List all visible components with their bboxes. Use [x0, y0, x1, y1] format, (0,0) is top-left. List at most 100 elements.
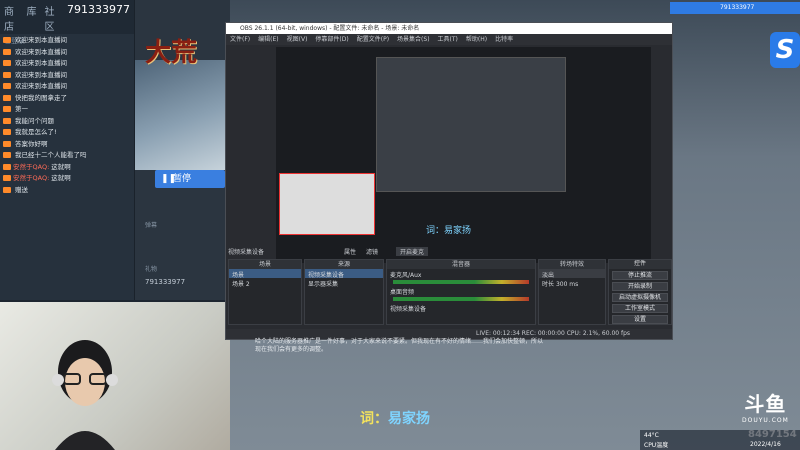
cpu-temp: 44°C: [644, 432, 659, 439]
chat-panel: 商店 库 社区 791333977 已登录 欢迎来到本直播间 欢迎来到本直播间 欢迎…: [0, 0, 135, 300]
chat-text: 第一: [15, 105, 28, 113]
scenes-panel: 场景 场景 场景 2: [228, 259, 302, 325]
chat-message: 安然于QAQ: 这就啊: [3, 174, 131, 183]
filters-button[interactable]: 滤镜: [366, 247, 378, 256]
chat-message: 第一: [3, 105, 131, 114]
studio-mode-button[interactable]: 工作室模式: [612, 304, 668, 313]
preview-subtitle: 词：易家扬: [426, 226, 472, 236]
device-label: 视频采集设备: [228, 249, 265, 256]
mixer-track-label: 麦克风/Aux: [390, 272, 422, 279]
obs-menu-item[interactable]: 编辑(E): [258, 34, 278, 45]
transition-select[interactable]: 淡出: [539, 269, 605, 279]
tab-library[interactable]: 库: [27, 3, 37, 33]
fan-badge-icon: [3, 117, 11, 124]
tab-community[interactable]: 社区: [45, 3, 60, 33]
chat-message: 欢迎来到本直播间: [3, 71, 131, 80]
douyu-watermark: 斗鱼 DOUYU.COM: [742, 388, 789, 424]
webcam-feed: [0, 302, 230, 450]
game-banner: [135, 60, 230, 170]
start-record-button[interactable]: 开始录制: [612, 282, 668, 291]
banner-title: 大荒: [145, 38, 198, 68]
chat-text: 欢迎来到本直播间: [15, 47, 67, 56]
chat-text: 快把我的图拿走了: [15, 93, 67, 102]
obs-menu-item[interactable]: 停靠部件(D): [315, 34, 348, 45]
chat-text: 这就啊: [51, 162, 71, 171]
source-item[interactable]: 视频采集设备: [305, 269, 383, 279]
fan-badge-icon: [3, 129, 11, 135]
chat-text: 欢迎来到本直播间: [15, 82, 67, 90]
chat-username[interactable]: 安然于QAQ:: [13, 163, 49, 171]
obs-menu-item[interactable]: 比特率: [495, 34, 513, 45]
pause-icon: ❚❚: [161, 174, 177, 184]
topbar-id: 791333977: [720, 4, 755, 11]
chat-message: 欢迎来到本直播间: [3, 59, 131, 68]
properties-button[interactable]: 属性: [344, 247, 356, 256]
mixer-track-label: 视频采集设备: [390, 306, 427, 313]
fan-badge-icon: [3, 186, 11, 193]
audio-meter[interactable]: [393, 280, 529, 284]
controls-header: 控件: [609, 260, 671, 269]
chat-text: 我就是怎么了!: [15, 128, 57, 136]
gift-label: 礼物: [145, 266, 158, 273]
streamer-avatar: [52, 340, 118, 450]
scene-item[interactable]: 场景: [229, 269, 301, 279]
fan-badge-icon: [3, 94, 11, 101]
obs-menu-item[interactable]: 帮助(H): [466, 34, 487, 45]
chat-message-list[interactable]: 欢迎来到本直播间 欢迎来到本直播间 欢迎来到本直播间 欢迎来到本直播间 欢迎来到本直播间…: [0, 34, 134, 199]
source-item[interactable]: 显示器采集: [305, 278, 383, 288]
chat-text: 欢迎来到本直播间: [15, 70, 67, 79]
scene-item[interactable]: 场景 2: [229, 278, 301, 288]
tab-store[interactable]: 商店: [4, 3, 19, 33]
mixer-track-label: 桌面音频: [390, 289, 415, 296]
chat-message: 欢迎来到本直播间: [3, 48, 131, 57]
duration-label: 时长: [542, 281, 555, 288]
scenes-header: 场景: [229, 260, 301, 269]
chat-username[interactable]: 安然于QAQ:: [13, 174, 49, 182]
obs-menu-item[interactable]: 工具(T): [438, 34, 458, 45]
stop-stream-button[interactable]: 停止推流: [612, 271, 668, 280]
viewer-room-id: 791333977: [145, 278, 186, 286]
stream-panel: 大荒 ❚❚ 暂停 弹幕 礼物 791333977: [135, 0, 230, 300]
chat-message: 赠送: [3, 186, 131, 195]
system-tray: 44°C CPU温度 2022/4/16: [640, 430, 800, 450]
controls-panel: 控件 停止推流 开始录制 启动虚拟摄像机 工作室模式 设置 退出: [608, 259, 672, 325]
chat-message: 答案你好啊: [3, 140, 131, 149]
douyu-logo: 斗鱼: [744, 392, 787, 416]
pause-button[interactable]: ❚❚ 暂停: [155, 170, 225, 188]
fan-badge-icon: [3, 37, 11, 43]
virtual-camera-button[interactable]: 启动虚拟摄像机: [612, 293, 668, 302]
obs-menu-item[interactable]: 配置文件(P): [357, 34, 389, 45]
obs-menu-item[interactable]: 文件(F): [230, 34, 250, 45]
top-status-bar: 791333977: [670, 2, 800, 14]
chat-text: 欢迎来到本直播间: [15, 36, 67, 44]
obs-menu-item[interactable]: 场景集合(S): [397, 34, 430, 45]
fan-badge-icon: [3, 106, 11, 112]
chat-message: 欢迎来到本直播间: [3, 82, 131, 91]
song-subtitle: 词：易家扬: [360, 408, 430, 428]
settings-button[interactable]: 设置: [612, 315, 668, 324]
preview-webcam-source[interactable]: [279, 173, 375, 235]
audio-meter[interactable]: [393, 297, 529, 301]
chat-header: 商店 库 社区 791333977 已登录: [0, 0, 134, 45]
app-logo-icon[interactable]: S: [770, 32, 800, 68]
chat-text: 赠送: [15, 185, 28, 194]
chat-text: 答案你好啊: [15, 139, 48, 148]
transitions-panel: 转场特效 淡出 时长 300 ms: [538, 259, 606, 325]
subtitle-name: 易家扬: [388, 411, 430, 427]
douyu-url: DOUYU.COM: [742, 417, 789, 424]
sources-panel: 来源 视频采集设备 显示器采集: [304, 259, 384, 325]
fan-badge-icon: [3, 152, 11, 158]
preview-nested-capture: [376, 57, 566, 192]
chat-message: 欢迎来到本直播间: [3, 36, 131, 45]
obs-menu-item[interactable]: 视图(V): [287, 34, 308, 45]
transitions-header: 转场特效: [539, 260, 605, 269]
obs-window[interactable]: OBS 26.1.1 (64-bit, windows) - 配置文件: 未命名…: [225, 22, 673, 340]
fan-badge-icon: [3, 83, 11, 89]
mic-toggle-button[interactable]: 开启麦克: [396, 247, 429, 256]
fan-badge-icon: [3, 71, 11, 78]
duration-value[interactable]: 300 ms: [556, 281, 578, 288]
chat-message: 安然于QAQ: 这就啊: [3, 163, 131, 172]
fan-badge-icon: [3, 140, 11, 147]
audio-mixer-panel: 混音器 麦克风/Aux 桌面音频 视频采集设备: [386, 259, 536, 325]
obs-preview-canvas[interactable]: 词：易家扬: [276, 47, 651, 263]
